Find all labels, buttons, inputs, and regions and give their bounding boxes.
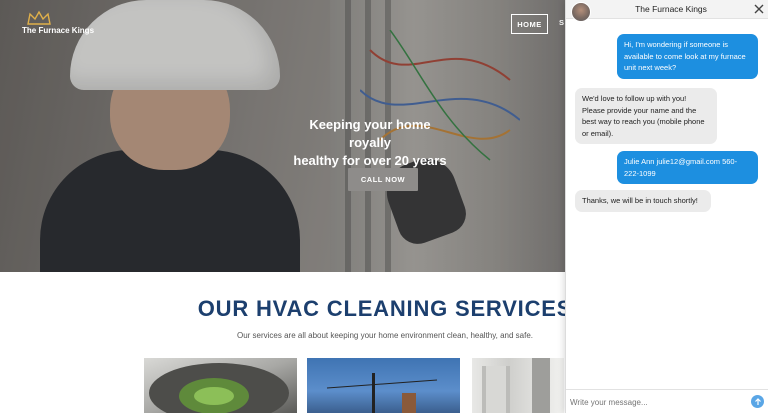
chat-message-agent: Thanks, we will be in touch shortly! (575, 190, 711, 212)
hero-headline: Keeping your home royally healthy for ov… (290, 116, 450, 170)
close-icon[interactable] (752, 2, 766, 16)
duct-brush-image (149, 363, 289, 413)
nav-item-partial[interactable]: S (559, 18, 564, 27)
service-card-duct-brush[interactable] (144, 358, 297, 413)
chat-header: The Furnace Kings (566, 0, 768, 22)
brand-name: The Furnace Kings (22, 26, 95, 35)
brand-logo[interactable]: The Furnace Kings (22, 10, 102, 40)
chat-widget: The Furnace Kings Hi, I'm wondering if s… (565, 0, 768, 413)
hero-headline-line1: Keeping your home royally (309, 117, 431, 150)
chat-input-bar (566, 389, 768, 413)
chat-message-input[interactable] (570, 394, 740, 410)
chat-message-visitor: Hi, I'm wondering if someone is availabl… (617, 34, 758, 79)
services-subtitle: Our services are all about keeping your … (236, 331, 534, 340)
chimney-image (326, 373, 438, 413)
chat-agent-avatar (571, 2, 591, 22)
crown-icon (27, 10, 51, 25)
service-card-dryer-vent[interactable] (472, 358, 564, 413)
chat-message-visitor: Julie Ann julie12@gmail.com 560-222-1099 (617, 151, 758, 184)
arrow-up-icon (754, 397, 761, 405)
call-now-button[interactable]: CALL NOW (348, 168, 418, 191)
service-card-chimney[interactable] (307, 358, 460, 413)
services-title: OUR HVAC CLEANING SERVICES (197, 296, 573, 321)
nav-home-button[interactable]: HOME (511, 14, 548, 34)
vent-pipe-image (482, 358, 550, 413)
chat-title: The Furnace Kings (635, 4, 707, 14)
page: The Furnace Kings HOME S Keeping your ho… (0, 0, 768, 413)
send-arrow-icon[interactable] (751, 395, 764, 408)
chat-message-agent: We'd love to follow up with you! Please … (575, 88, 717, 144)
